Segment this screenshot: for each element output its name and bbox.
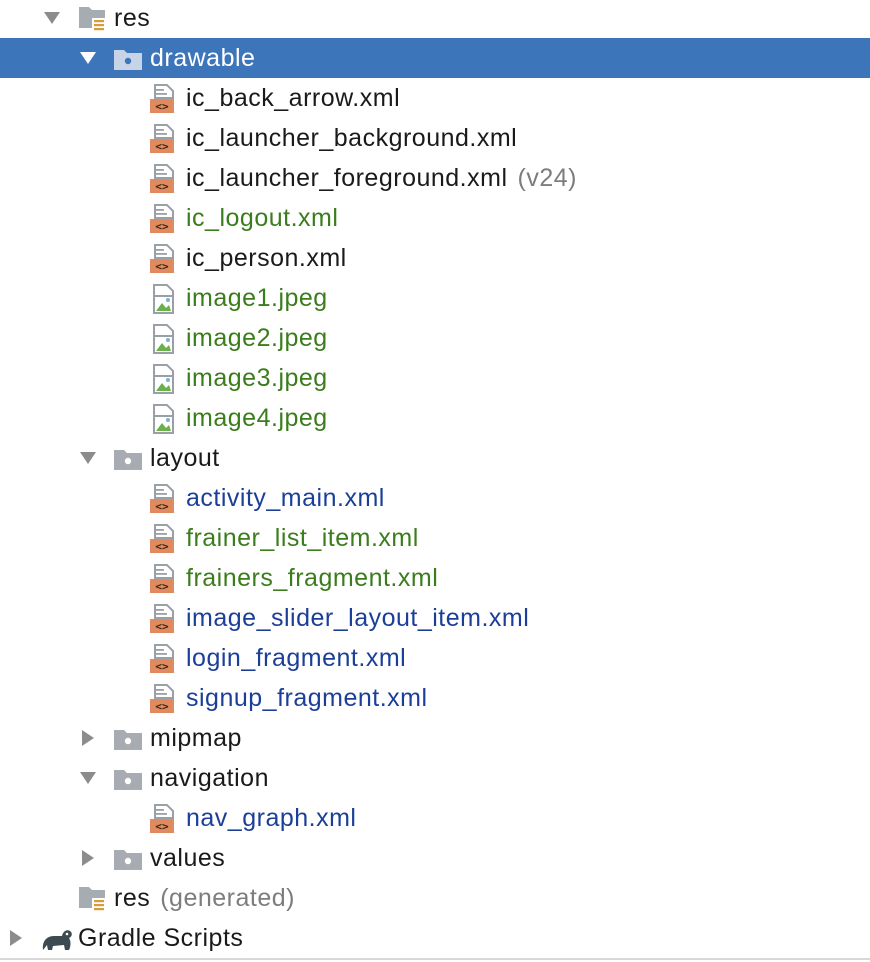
file-frainers-fragment-xml-label: frainers_fragment.xml	[186, 564, 439, 592]
file-frainers-fragment-xml[interactable]: <> frainers_fragment.xml	[0, 558, 870, 598]
file-image1-jpeg[interactable]: image1.jpeg	[0, 278, 870, 318]
file-activity-main-xml[interactable]: <> activity_main.xml	[0, 478, 870, 518]
xml-file-icon: <>	[149, 804, 179, 834]
chevron-down-icon[interactable]	[76, 38, 100, 78]
folder-icon	[113, 44, 143, 74]
file-login-fragment-xml[interactable]: <> login_fragment.xml	[0, 638, 870, 678]
chevron-down-icon[interactable]	[76, 438, 100, 478]
file-image-slider-layout-item-xml[interactable]: <> image_slider_layout_item.xml	[0, 598, 870, 638]
tree-node-values[interactable]: values	[0, 838, 870, 878]
tree-node-mipmap-label: mipmap	[150, 724, 242, 752]
folder-icon	[113, 844, 143, 874]
folder-icon	[113, 444, 143, 474]
xml-file-icon: <>	[149, 484, 179, 514]
file-frainer-list-item-xml-label: frainer_list_item.xml	[186, 524, 419, 552]
file-activity-main-xml-label: activity_main.xml	[186, 484, 385, 512]
tree-node-layout-label: layout	[150, 444, 220, 472]
tree-node-res-label: res	[114, 4, 151, 32]
xml-file-icon: <>	[149, 244, 179, 274]
xml-file-icon: <>	[149, 84, 179, 114]
file-ic-person-xml-label: ic_person.xml	[186, 244, 347, 272]
chevron-down-icon[interactable]	[40, 0, 64, 38]
tree-node-res-generated-label: res	[114, 884, 151, 912]
image-file-icon	[149, 404, 179, 434]
file-frainer-list-item-xml[interactable]: <> frainer_list_item.xml	[0, 518, 870, 558]
tree-node-values-label: values	[150, 844, 226, 872]
xml-file-icon: <>	[149, 604, 179, 634]
svg-text:<>: <>	[155, 100, 169, 113]
file-image-slider-layout-item-xml-label: image_slider_layout_item.xml	[186, 604, 530, 632]
file-ic-person-xml[interactable]: <> ic_person.xml	[0, 238, 870, 278]
image-file-icon	[149, 284, 179, 314]
svg-text:<>: <>	[155, 820, 169, 833]
resource-folder-icon	[78, 4, 108, 34]
chevron-right-icon[interactable]	[4, 918, 28, 958]
file-ic-launcher-foreground-xml[interactable]: <> ic_launcher_foreground.xml (v24)	[0, 158, 870, 198]
svg-text:<>: <>	[155, 660, 169, 673]
xml-file-icon: <>	[149, 564, 179, 594]
svg-text:<>: <>	[155, 620, 169, 633]
svg-text:<>: <>	[155, 260, 169, 273]
svg-text:<>: <>	[155, 140, 169, 153]
folder-icon	[113, 724, 143, 754]
xml-file-icon: <>	[149, 524, 179, 554]
gradle-elephant-icon	[40, 924, 72, 954]
svg-text:<>: <>	[155, 220, 169, 233]
file-login-fragment-xml-label: login_fragment.xml	[186, 644, 407, 672]
xml-file-icon: <>	[149, 644, 179, 674]
svg-text:<>: <>	[155, 580, 169, 593]
svg-text:<>: <>	[155, 700, 169, 713]
tree-bottom-divider	[0, 958, 870, 960]
folder-icon	[113, 764, 143, 794]
file-image1-jpeg-label: image1.jpeg	[186, 284, 328, 312]
xml-file-icon: <>	[149, 124, 179, 154]
xml-file-icon: <>	[149, 684, 179, 714]
file-nav-graph-xml[interactable]: <> nav_graph.xml	[0, 798, 870, 838]
tree-node-navigation[interactable]: navigation	[0, 758, 870, 798]
file-signup-fragment-xml[interactable]: <> signup_fragment.xml	[0, 678, 870, 718]
chevron-right-icon[interactable]	[76, 718, 100, 758]
file-signup-fragment-xml-label: signup_fragment.xml	[186, 684, 428, 712]
file-ic-launcher-background-xml-label: ic_launcher_background.xml	[186, 124, 518, 152]
resource-folder-icon	[78, 884, 108, 914]
file-ic-back-arrow-xml-label: ic_back_arrow.xml	[186, 84, 401, 112]
tree-node-res-generated-suffix: (generated)	[160, 884, 295, 912]
file-ic-launcher-foreground-xml-label: ic_launcher_foreground.xml	[186, 164, 508, 192]
tree-node-layout[interactable]: layout	[0, 438, 870, 478]
svg-text:<>: <>	[155, 180, 169, 193]
svg-text:<>: <>	[155, 540, 169, 553]
file-ic-logout-xml[interactable]: <> ic_logout.xml	[0, 198, 870, 238]
tree-node-mipmap[interactable]: mipmap	[0, 718, 870, 758]
file-ic-launcher-foreground-xml-suffix: (v24)	[517, 164, 577, 192]
file-image4-jpeg[interactable]: image4.jpeg	[0, 398, 870, 438]
tree-node-gradle-scripts[interactable]: Gradle Scripts	[0, 918, 870, 958]
file-image3-jpeg[interactable]: image3.jpeg	[0, 358, 870, 398]
image-file-icon	[149, 364, 179, 394]
tree-node-res[interactable]: res	[0, 0, 870, 38]
file-image2-jpeg[interactable]: image2.jpeg	[0, 318, 870, 358]
file-ic-back-arrow-xml[interactable]: <> ic_back_arrow.xml	[0, 78, 870, 118]
xml-file-icon: <>	[149, 164, 179, 194]
file-ic-logout-xml-label: ic_logout.xml	[186, 204, 339, 232]
tree-node-drawable[interactable]: drawable	[0, 38, 870, 78]
image-file-icon	[149, 324, 179, 354]
tree-node-gradle-scripts-label: Gradle Scripts	[78, 924, 244, 952]
file-image4-jpeg-label: image4.jpeg	[186, 404, 328, 432]
file-nav-graph-xml-label: nav_graph.xml	[186, 804, 357, 832]
chevron-down-icon[interactable]	[76, 758, 100, 798]
tree-node-drawable-label: drawable	[150, 44, 256, 72]
xml-file-icon: <>	[149, 204, 179, 234]
file-image3-jpeg-label: image3.jpeg	[186, 364, 328, 392]
file-ic-launcher-background-xml[interactable]: <> ic_launcher_background.xml	[0, 118, 870, 158]
tree-node-navigation-label: navigation	[150, 764, 269, 792]
file-image2-jpeg-label: image2.jpeg	[186, 324, 328, 352]
chevron-right-icon[interactable]	[76, 838, 100, 878]
svg-text:<>: <>	[155, 500, 169, 513]
tree-node-res-generated[interactable]: res (generated)	[0, 878, 870, 918]
